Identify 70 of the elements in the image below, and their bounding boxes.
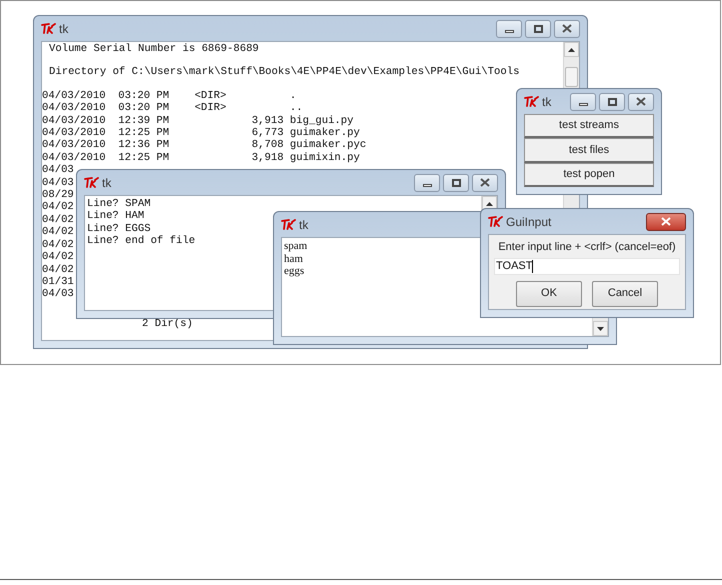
scroll-down-button[interactable] [593,321,608,336]
file-listing-row: 04/03 [42,164,74,177]
text-line: Line? SPAM [87,198,151,210]
down-arrow-icon [597,326,604,330]
app-icon [524,96,539,107]
text-line: Line? end of file [87,235,196,248]
minimize-icon [422,184,432,186]
file-listing-row: 04/02 [42,226,74,239]
maximize-icon [608,98,616,106]
minimize-button[interactable] [496,20,522,38]
window-title: GuiInput [506,214,552,230]
app-icon [488,216,503,227]
input-field[interactable]: TOAST [494,258,680,274]
window-title: tk [59,20,68,38]
minimize-icon [504,30,514,32]
console-line: 2 Dir(s) [141,318,193,330]
close-icon [562,24,572,33]
file-listing-row: 08/29 [42,189,74,202]
close-icon [661,217,671,226]
file-listing-row-text: 01/31 [42,276,74,288]
window-title: tk [102,174,112,192]
app-icon [281,219,296,230]
text-line: spam [284,240,308,253]
prompt-label: Enter input line + <crlf> (cancel=eof) [498,240,676,255]
scrollbar-thumb[interactable] [565,67,578,87]
minimize-icon [578,102,588,106]
close-button[interactable] [628,92,654,110]
close-button[interactable] [554,20,580,38]
file-listing-row-text: 04/03 [42,176,74,189]
maximize-icon [534,24,542,32]
close-icon [480,178,490,187]
file-listing-row: 04/03/2010 03:20 PM <DIR> .. [42,102,303,115]
window-title: tk [542,94,552,110]
file-listing-row-text: 04/03/2010 03:20 PM <DIR> . [42,90,296,102]
up-arrow-icon [486,202,493,206]
action-button[interactable]: test streams [524,114,654,138]
maximize-icon [452,178,460,186]
close-button[interactable] [472,174,498,192]
text-line: ham [284,252,303,266]
file-listing-row-text: 04/02 [42,238,74,251]
text-line: Line? EGGS [87,222,151,235]
minimize-button[interactable] [570,92,596,110]
window-title: tk [299,216,308,234]
file-listing-row: 04/02 [42,201,74,214]
maximize-button[interactable] [599,92,625,110]
console-line: Directory of C:\Users\mark\Stuff\Books\4E\PP4E\dev\Examples\PP4E\Gui\Tools [48,66,520,79]
file-listing-row: 04/02 [42,264,74,276]
file-listing-row: 04/02 [42,251,74,264]
dialog-button[interactable]: OK [516,280,582,306]
file-listing-row-text: 04/03/2010 12:25 PM 3,918 guimixin.py [42,152,360,164]
app-icon [84,177,99,188]
close-button[interactable] [646,212,686,230]
minimize-button[interactable] [414,174,440,192]
text-line: Line? HAM [87,210,144,223]
scroll-up-button[interactable] [564,42,579,57]
maximize-button[interactable] [525,20,551,38]
app-icon [41,23,56,34]
file-listing-row-text: 04/02 [42,214,74,226]
close-icon [636,97,646,106]
file-listing-row: 04/03/2010 12:36 PM 8,708 guimaker.pyc [42,139,366,152]
up-arrow-icon [568,48,575,52]
maximize-button[interactable] [443,174,469,192]
file-listing-row: 04/03/2010 12:25 PM 6,773 guimaker.py [42,127,360,140]
text-line: eggs [284,265,304,278]
console-line: Volume Serial Number is 6869-8689 [48,43,259,56]
dialog-button[interactable]: Cancel [592,280,658,306]
action-button[interactable]: test files [524,138,654,163]
action-button[interactable]: test popen [524,162,654,187]
file-listing-row-text: 04/03/2010 12:39 PM 3,913 big_gui.py [42,114,354,127]
file-listing-row: 04/03 [42,288,74,301]
